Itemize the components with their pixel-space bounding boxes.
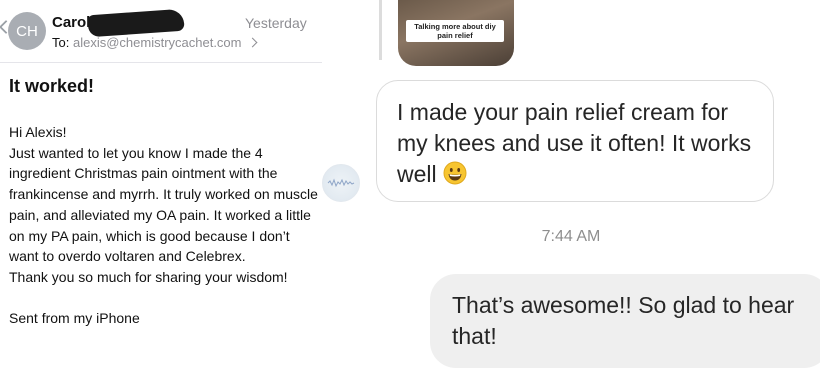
recipient-line[interactable]: To: alexis@chemistrycachet.com	[52, 35, 258, 50]
chat-panel: Talking more about diy pain relief I mad…	[322, 0, 820, 378]
email-panel: CH Carole Henry Yesterday To: alexis@che…	[0, 0, 322, 378]
chevron-right-icon[interactable]	[247, 37, 258, 48]
to-label: To:	[52, 35, 70, 50]
outgoing-message-text: That’s awesome!! So glad to hear that!	[452, 292, 795, 349]
story-reply-bar	[379, 0, 382, 60]
outgoing-message-bubble[interactable]: That’s awesome!! So glad to hear that!	[430, 274, 820, 368]
body-signature: Sent from my iPhone	[9, 310, 140, 327]
recipient-address[interactable]: alexis@chemistrycachet.com	[73, 35, 242, 50]
sender-initials: CH	[16, 22, 38, 40]
story-thumbnail[interactable]: Talking more about diy pain relief	[398, 0, 514, 66]
body-greeting: Hi Alexis!	[9, 124, 67, 140]
body-blank-line	[9, 288, 319, 309]
body-paragraph: Just wanted to let you know I made the 4…	[9, 144, 318, 265]
email-date: Yesterday	[245, 15, 307, 31]
sender-avatar: CH	[8, 12, 46, 50]
contact-avatar[interactable]	[322, 164, 360, 202]
avatar-scribble-icon	[327, 178, 355, 188]
grinning-face-icon	[443, 161, 467, 185]
email-subject: It worked!	[9, 76, 95, 96]
email-body: Hi Alexis! Just wanted to let you know I…	[9, 122, 319, 329]
incoming-message-bubble[interactable]: I made your pain relief cream for my kne…	[376, 80, 774, 202]
message-timestamp: 7:44 AM	[541, 228, 601, 245]
header-divider	[0, 62, 322, 63]
story-caption: Talking more about diy pain relief	[406, 20, 504, 42]
body-thanks: Thank you so much for sharing your wisdo…	[9, 268, 288, 285]
name-redaction-mark	[87, 8, 185, 38]
